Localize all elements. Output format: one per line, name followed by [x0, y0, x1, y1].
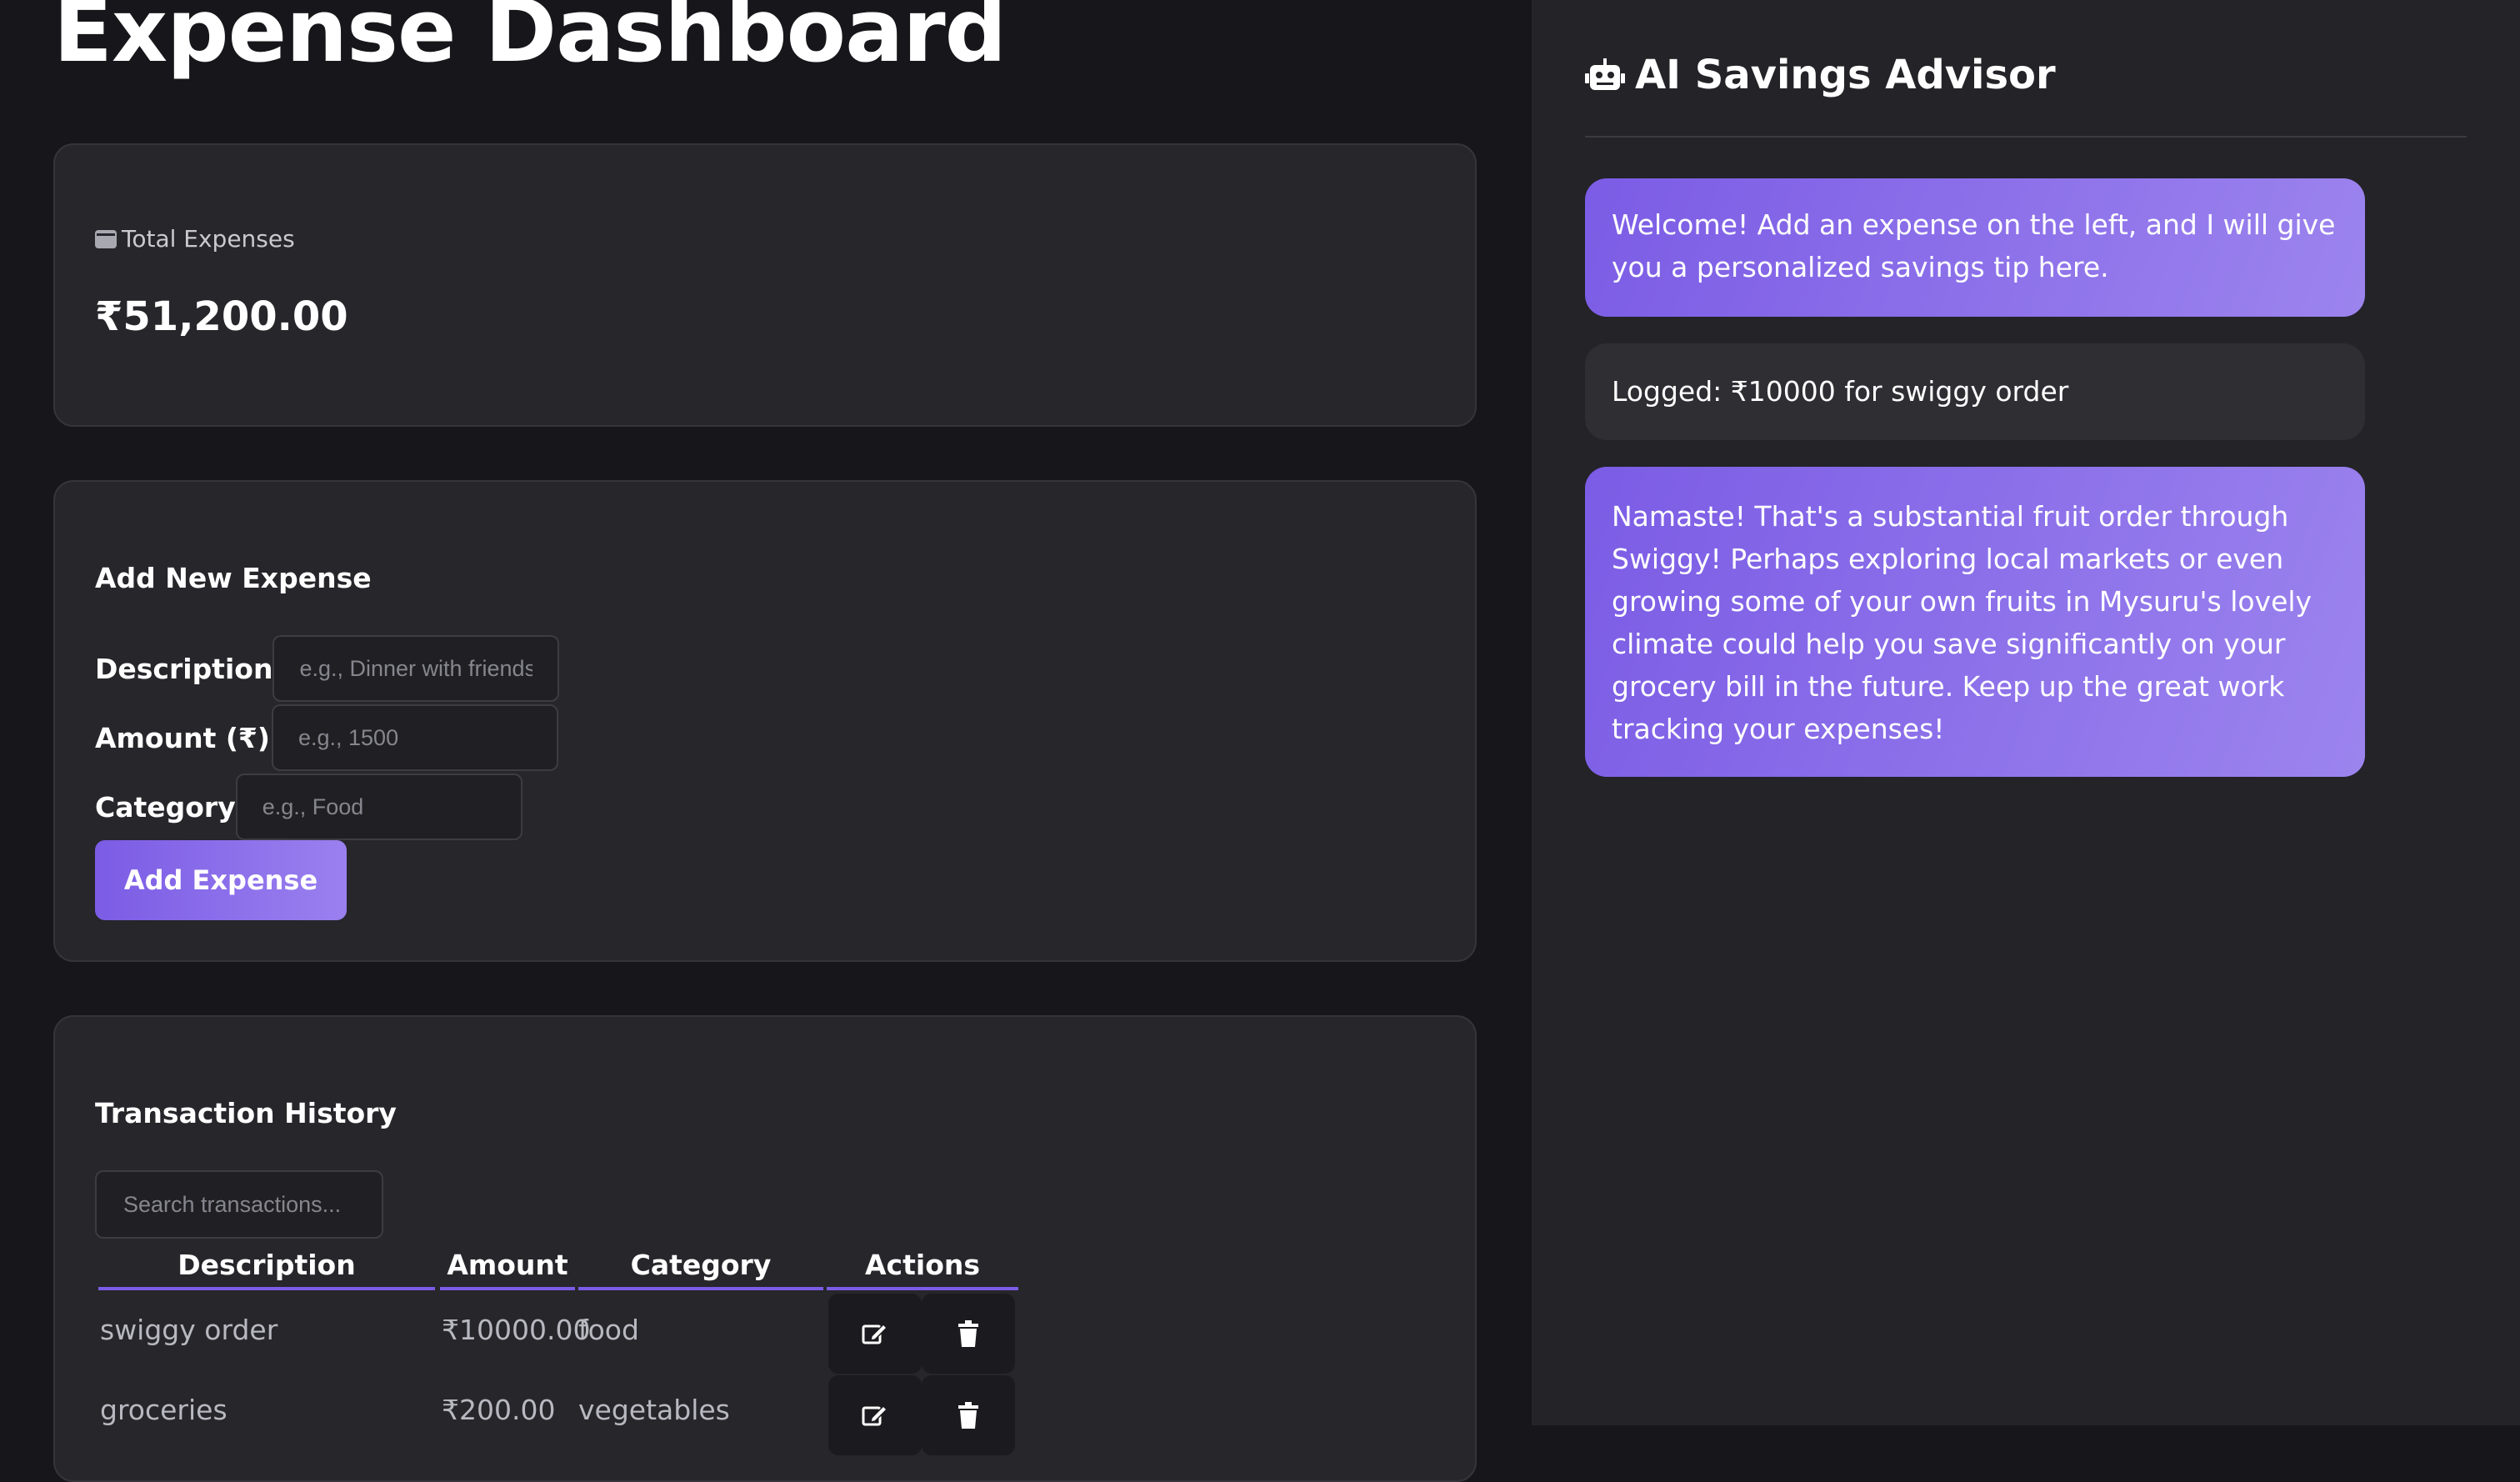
column-header-amount: Amount	[440, 1244, 575, 1290]
amount-row: Amount (₹)	[95, 704, 558, 771]
description-label: Description	[95, 652, 273, 685]
row-1-category: food	[578, 1314, 639, 1346]
total-expenses-value: ₹51,200.00	[95, 293, 348, 340]
trash-icon	[958, 1320, 978, 1347]
add-expense-button[interactable]: Add Expense	[95, 840, 347, 920]
description-row: Description	[95, 635, 560, 702]
advisor-message: Welcome! Add an expense on the left, and…	[1585, 178, 2365, 317]
row-1-amount: ₹10000.00	[442, 1314, 591, 1346]
delete-button[interactable]	[922, 1375, 1015, 1455]
transaction-history-card: Transaction History Description Amount C…	[53, 1015, 1477, 1482]
category-label: Category	[95, 790, 236, 824]
search-input[interactable]	[95, 1170, 383, 1239]
advisor-header: AI Savings Advisor	[1585, 52, 2056, 98]
total-expenses-card: Total Expenses ₹51,200.00	[53, 143, 1477, 427]
user-message: Logged: ₹10000 for swiggy order	[1585, 343, 2365, 440]
row-2-amount: ₹200.00	[442, 1394, 556, 1426]
category-input[interactable]	[235, 774, 522, 840]
row-1-description: swiggy order	[100, 1314, 278, 1346]
add-expense-card: Add New Expense Description Amount (₹) C…	[53, 480, 1477, 962]
advisor-title: AI Savings Advisor	[1635, 52, 2056, 98]
edit-icon	[862, 1323, 888, 1344]
amount-label: Amount (₹)	[95, 721, 270, 754]
transaction-history-heading: Transaction History	[95, 1097, 397, 1129]
page-title: Expense Dashboard	[53, 0, 1007, 82]
category-row: Category	[95, 774, 522, 840]
amount-input[interactable]	[271, 704, 558, 771]
advisor-panel: AI Savings Advisor Welcome! Add an expen…	[1532, 0, 2520, 1425]
add-expense-heading: Add New Expense	[95, 562, 372, 594]
wallet-icon	[95, 229, 117, 248]
delete-button[interactable]	[922, 1294, 1015, 1374]
advisor-divider	[1585, 136, 2467, 138]
row-2-description: groceries	[100, 1394, 228, 1426]
edit-icon	[862, 1404, 888, 1426]
row-2-category: vegetables	[578, 1394, 730, 1426]
column-header-category: Category	[578, 1244, 823, 1290]
total-expenses-label-row: Total Expenses	[95, 225, 295, 253]
column-header-description: Description	[98, 1244, 435, 1290]
edit-button[interactable]	[828, 1294, 922, 1374]
column-header-actions: Actions	[827, 1244, 1018, 1290]
description-input[interactable]	[272, 635, 560, 702]
main-panel: Expense Dashboard Total Expenses ₹51,200…	[0, 0, 1532, 1482]
trash-icon	[958, 1402, 978, 1429]
advisor-message: Namaste! That's a substantial fruit orde…	[1585, 467, 2365, 777]
robot-icon	[1585, 58, 1625, 90]
edit-button[interactable]	[828, 1375, 922, 1455]
total-expenses-label: Total Expenses	[122, 225, 295, 253]
